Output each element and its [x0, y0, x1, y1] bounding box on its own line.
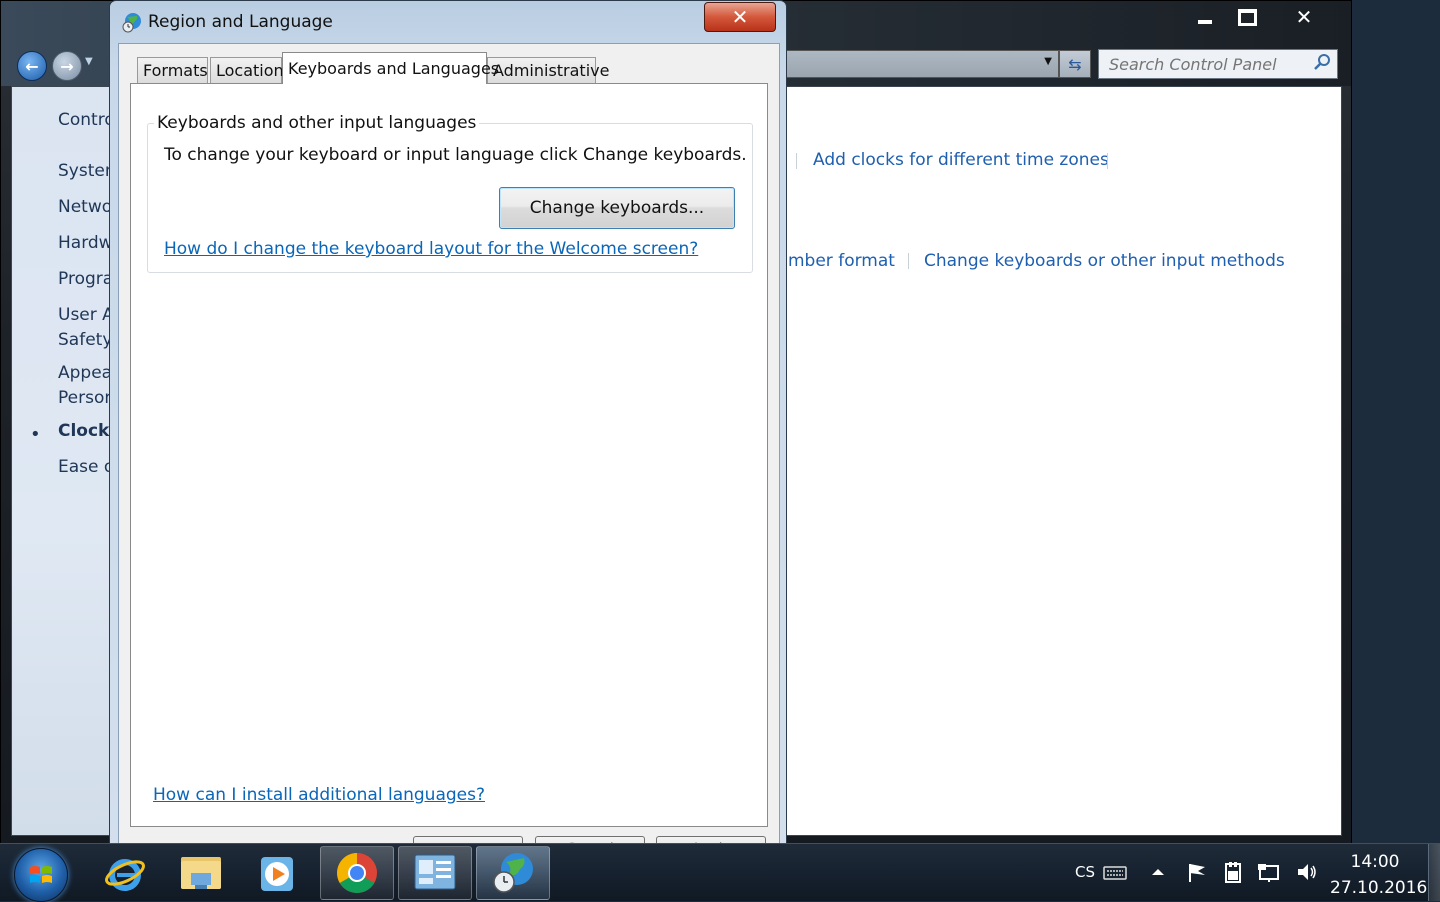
taskbar-control-panel[interactable]: [398, 846, 472, 900]
link-separator: [796, 153, 797, 169]
forward-button[interactable]: →: [52, 51, 82, 81]
tab-formats[interactable]: Formats: [137, 57, 208, 83]
search-box[interactable]: [1098, 49, 1338, 79]
region-language-icon: [493, 853, 533, 893]
dialog-close-button[interactable]: ✕: [704, 2, 776, 32]
taskbar-media-player[interactable]: [240, 846, 314, 900]
dialog-title: Region and Language: [148, 12, 333, 32]
close-button[interactable]: ✕: [1281, 3, 1327, 31]
taskbar: CS 14:00 27.10.2016: [0, 843, 1440, 902]
add-clocks-link[interactable]: Add clocks for different time zones: [813, 150, 1109, 170]
clock-time[interactable]: 14:00: [1330, 852, 1420, 872]
tab-panel: Keyboards and other input languages To c…: [130, 83, 768, 827]
sidebar-item-hardware[interactable]: Hardw: [58, 231, 113, 256]
link-separator: [1107, 153, 1108, 169]
close-icon: ✕: [731, 5, 749, 29]
clock-date[interactable]: 27.10.2016: [1330, 878, 1427, 898]
region-language-dialog: Region and Language ✕ Formats Location K…: [109, 0, 787, 857]
action-center-flag-icon[interactable]: [1185, 861, 1209, 883]
taskbar-region-language[interactable]: [476, 846, 550, 900]
taskbar-chrome[interactable]: [320, 846, 394, 900]
sidebar-item-ease-of-access[interactable]: Ease o: [58, 455, 114, 480]
number-format-link[interactable]: mber format: [788, 251, 895, 271]
volume-icon[interactable]: [1295, 861, 1319, 883]
welcome-screen-keyboard-link[interactable]: How do I change the keyboard layout for …: [164, 239, 698, 259]
back-arrow-icon: ←: [25, 56, 39, 76]
keyboard-icon[interactable]: [1103, 861, 1127, 883]
windows-logo-icon: [30, 866, 52, 883]
install-languages-link[interactable]: How can I install additional languages?: [153, 785, 485, 805]
refresh-button[interactable]: ⇆: [1059, 50, 1091, 78]
chrome-icon: [337, 853, 377, 893]
close-icon: ✕: [1295, 5, 1313, 29]
power-icon[interactable]: [1221, 861, 1245, 883]
search-icon[interactable]: [1313, 53, 1331, 71]
change-keyboards-button[interactable]: Change keyboards...: [499, 187, 735, 229]
search-input[interactable]: [1107, 53, 1311, 75]
change-keyboards-link[interactable]: Change keyboards or other input methods: [924, 251, 1285, 271]
keyboards-group-box: Keyboards and other input languages To c…: [147, 113, 753, 273]
history-dropdown[interactable]: ▼: [85, 56, 93, 67]
tab-location[interactable]: Location: [210, 57, 284, 83]
taskbar-explorer[interactable]: [164, 846, 238, 900]
sidebar: Contro System Netwo Hardw Progra User A …: [12, 87, 121, 835]
dialog-client-area: Formats Location Keyboards and Languages…: [118, 43, 780, 857]
sidebar-item-user-accounts[interactable]: User A Safety: [58, 303, 114, 353]
address-bar[interactable]: ▼: [779, 50, 1059, 78]
folder-icon: [181, 857, 221, 889]
forward-arrow-icon: →: [60, 56, 74, 76]
minimize-button[interactable]: [1184, 3, 1226, 31]
sidebar-item-network[interactable]: Netwo: [58, 195, 112, 220]
group-description: To change your keyboard or input languag…: [164, 145, 747, 165]
sidebar-item-appearance[interactable]: Appea Person: [58, 361, 115, 411]
tab-keyboards-and-languages[interactable]: Keyboards and Languages: [282, 52, 499, 84]
sidebar-item-control-panel-home[interactable]: Contro: [58, 108, 115, 133]
minimize-icon: [1198, 20, 1212, 24]
start-button[interactable]: [14, 848, 68, 902]
network-icon[interactable]: [1257, 861, 1281, 883]
taskbar-internet-explorer[interactable]: [88, 846, 162, 900]
tab-administrative[interactable]: Administrative: [487, 57, 609, 83]
sidebar-item-programs[interactable]: Progra: [58, 267, 113, 292]
active-bullet: •: [30, 424, 41, 445]
dialog-titlebar[interactable]: Region and Language ✕: [110, 1, 786, 43]
globe-clock-icon: [122, 13, 141, 33]
show-hidden-icons-icon[interactable]: [1146, 861, 1170, 883]
chevron-down-icon[interactable]: ▼: [1044, 56, 1052, 67]
maximize-icon: [1237, 8, 1257, 26]
media-player-icon: [261, 857, 293, 891]
input-language-indicator[interactable]: CS: [1075, 863, 1095, 881]
control-panel-icon: [414, 854, 456, 890]
back-button[interactable]: ←: [17, 51, 47, 81]
show-desktop-button[interactable]: [1428, 844, 1440, 901]
internet-explorer-icon: [105, 859, 145, 891]
group-legend: Keyboards and other input languages: [154, 113, 480, 133]
link-separator: [908, 253, 909, 269]
refresh-icon: ⇆: [1068, 54, 1082, 74]
maximize-button[interactable]: [1226, 3, 1268, 31]
